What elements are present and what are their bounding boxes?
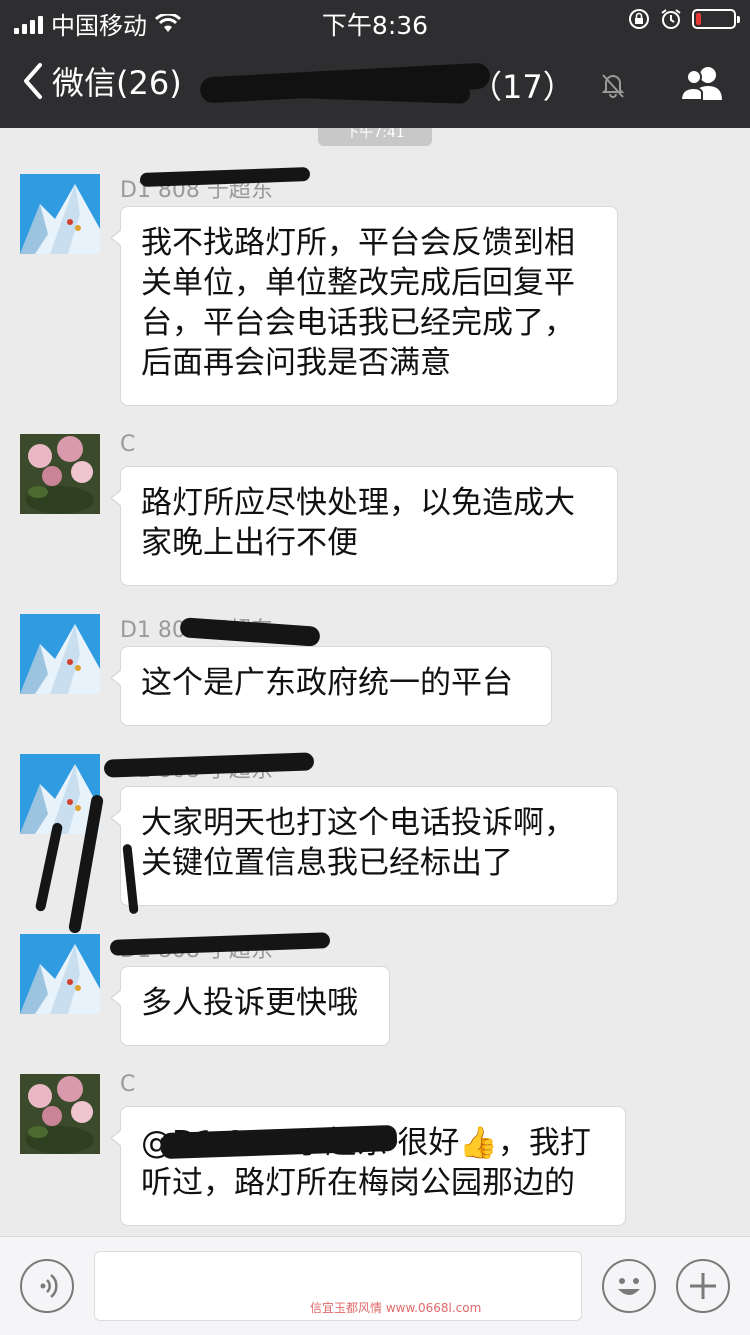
emoji-icon <box>618 1278 640 1295</box>
message-bubble[interactable]: @D1 808 于超东 很好👍，我打 听过，路灯所在梅岗公园那边的 <box>110 1106 626 1226</box>
emoji-button[interactable] <box>602 1259 656 1313</box>
chevron-left-icon <box>24 63 42 99</box>
chat-header: 微信(26) （17） <box>0 40 750 128</box>
alarm-icon <box>661 9 681 29</box>
battery-icon <box>692 9 740 29</box>
mountain-avatar[interactable] <box>20 174 100 254</box>
ink-stroke <box>34 821 64 913</box>
message-text: 多人投诉更快哦 <box>141 985 358 1021</box>
voice-button[interactable] <box>20 1259 74 1313</box>
watermark: 信宜玉都风情 www.0668l.com <box>310 1301 482 1315</box>
flower-avatar[interactable] <box>20 434 100 514</box>
sender-name: C <box>120 1072 136 1097</box>
mountain-avatar[interactable] <box>20 934 100 1014</box>
message-bubble[interactable]: 路灯所应尽快处理，以免造成大 家晚上出行不便 <box>110 466 618 586</box>
message-text: 大家明天也打这个电话投诉啊， <box>141 805 575 841</box>
message-text: 关键位置信息我已经标出了 <box>141 845 513 881</box>
message-text: 听过，路灯所在梅岗公园那边的 <box>141 1165 575 1201</box>
message-text: 台，平台会电话我已经完成了， <box>141 305 575 341</box>
voice-icon <box>40 1274 58 1298</box>
status-right <box>628 8 740 30</box>
message-text: 后面再会问我是否满意 <box>141 345 451 381</box>
back-button[interactable]: 微信(26) <box>20 58 182 104</box>
message-bubble[interactable]: 多人投诉更快哦 <box>110 966 390 1046</box>
input-bar: 信宜玉都风情 www.0668l.com <box>0 1236 750 1335</box>
message-bubble[interactable]: 我不找路灯所，平台会反馈到相 关单位，单位整改完成后回复平 台，平台会电话我已经… <box>110 206 618 406</box>
message-text: 关单位，单位整改完成后回复平 <box>141 265 575 301</box>
mountain-avatar[interactable] <box>20 614 100 694</box>
plus-icon <box>690 1273 716 1299</box>
message-text: 家晚上出行不便 <box>141 525 358 561</box>
time-divider: 下午7:41 <box>318 128 432 146</box>
rotation-lock-icon <box>629 9 649 29</box>
status-bar: 中国移动 下午8:36 <box>0 0 750 40</box>
mute-bell-icon <box>601 74 625 98</box>
message-bubble[interactable]: 这个是广东政府统一的平台 <box>110 646 552 726</box>
plus-button[interactable] <box>676 1259 730 1313</box>
redaction-mark <box>139 167 311 187</box>
back-label: 微信(26) <box>52 64 182 102</box>
message-text: 这个是广东政府统一的平台 <box>141 665 513 701</box>
group-members-icon[interactable] <box>678 62 728 106</box>
flower-avatar[interactable] <box>20 1074 100 1154</box>
message-text: 我不找路灯所，平台会反馈到相 <box>141 225 575 261</box>
chat-title: （17） <box>199 62 590 106</box>
sender-name: C <box>120 432 136 457</box>
message-bubble[interactable]: 大家明天也打这个电话投诉啊， 关键位置信息我已经标出了 <box>110 786 618 906</box>
message-text: 路灯所应尽快处理，以免造成大 <box>141 485 575 521</box>
